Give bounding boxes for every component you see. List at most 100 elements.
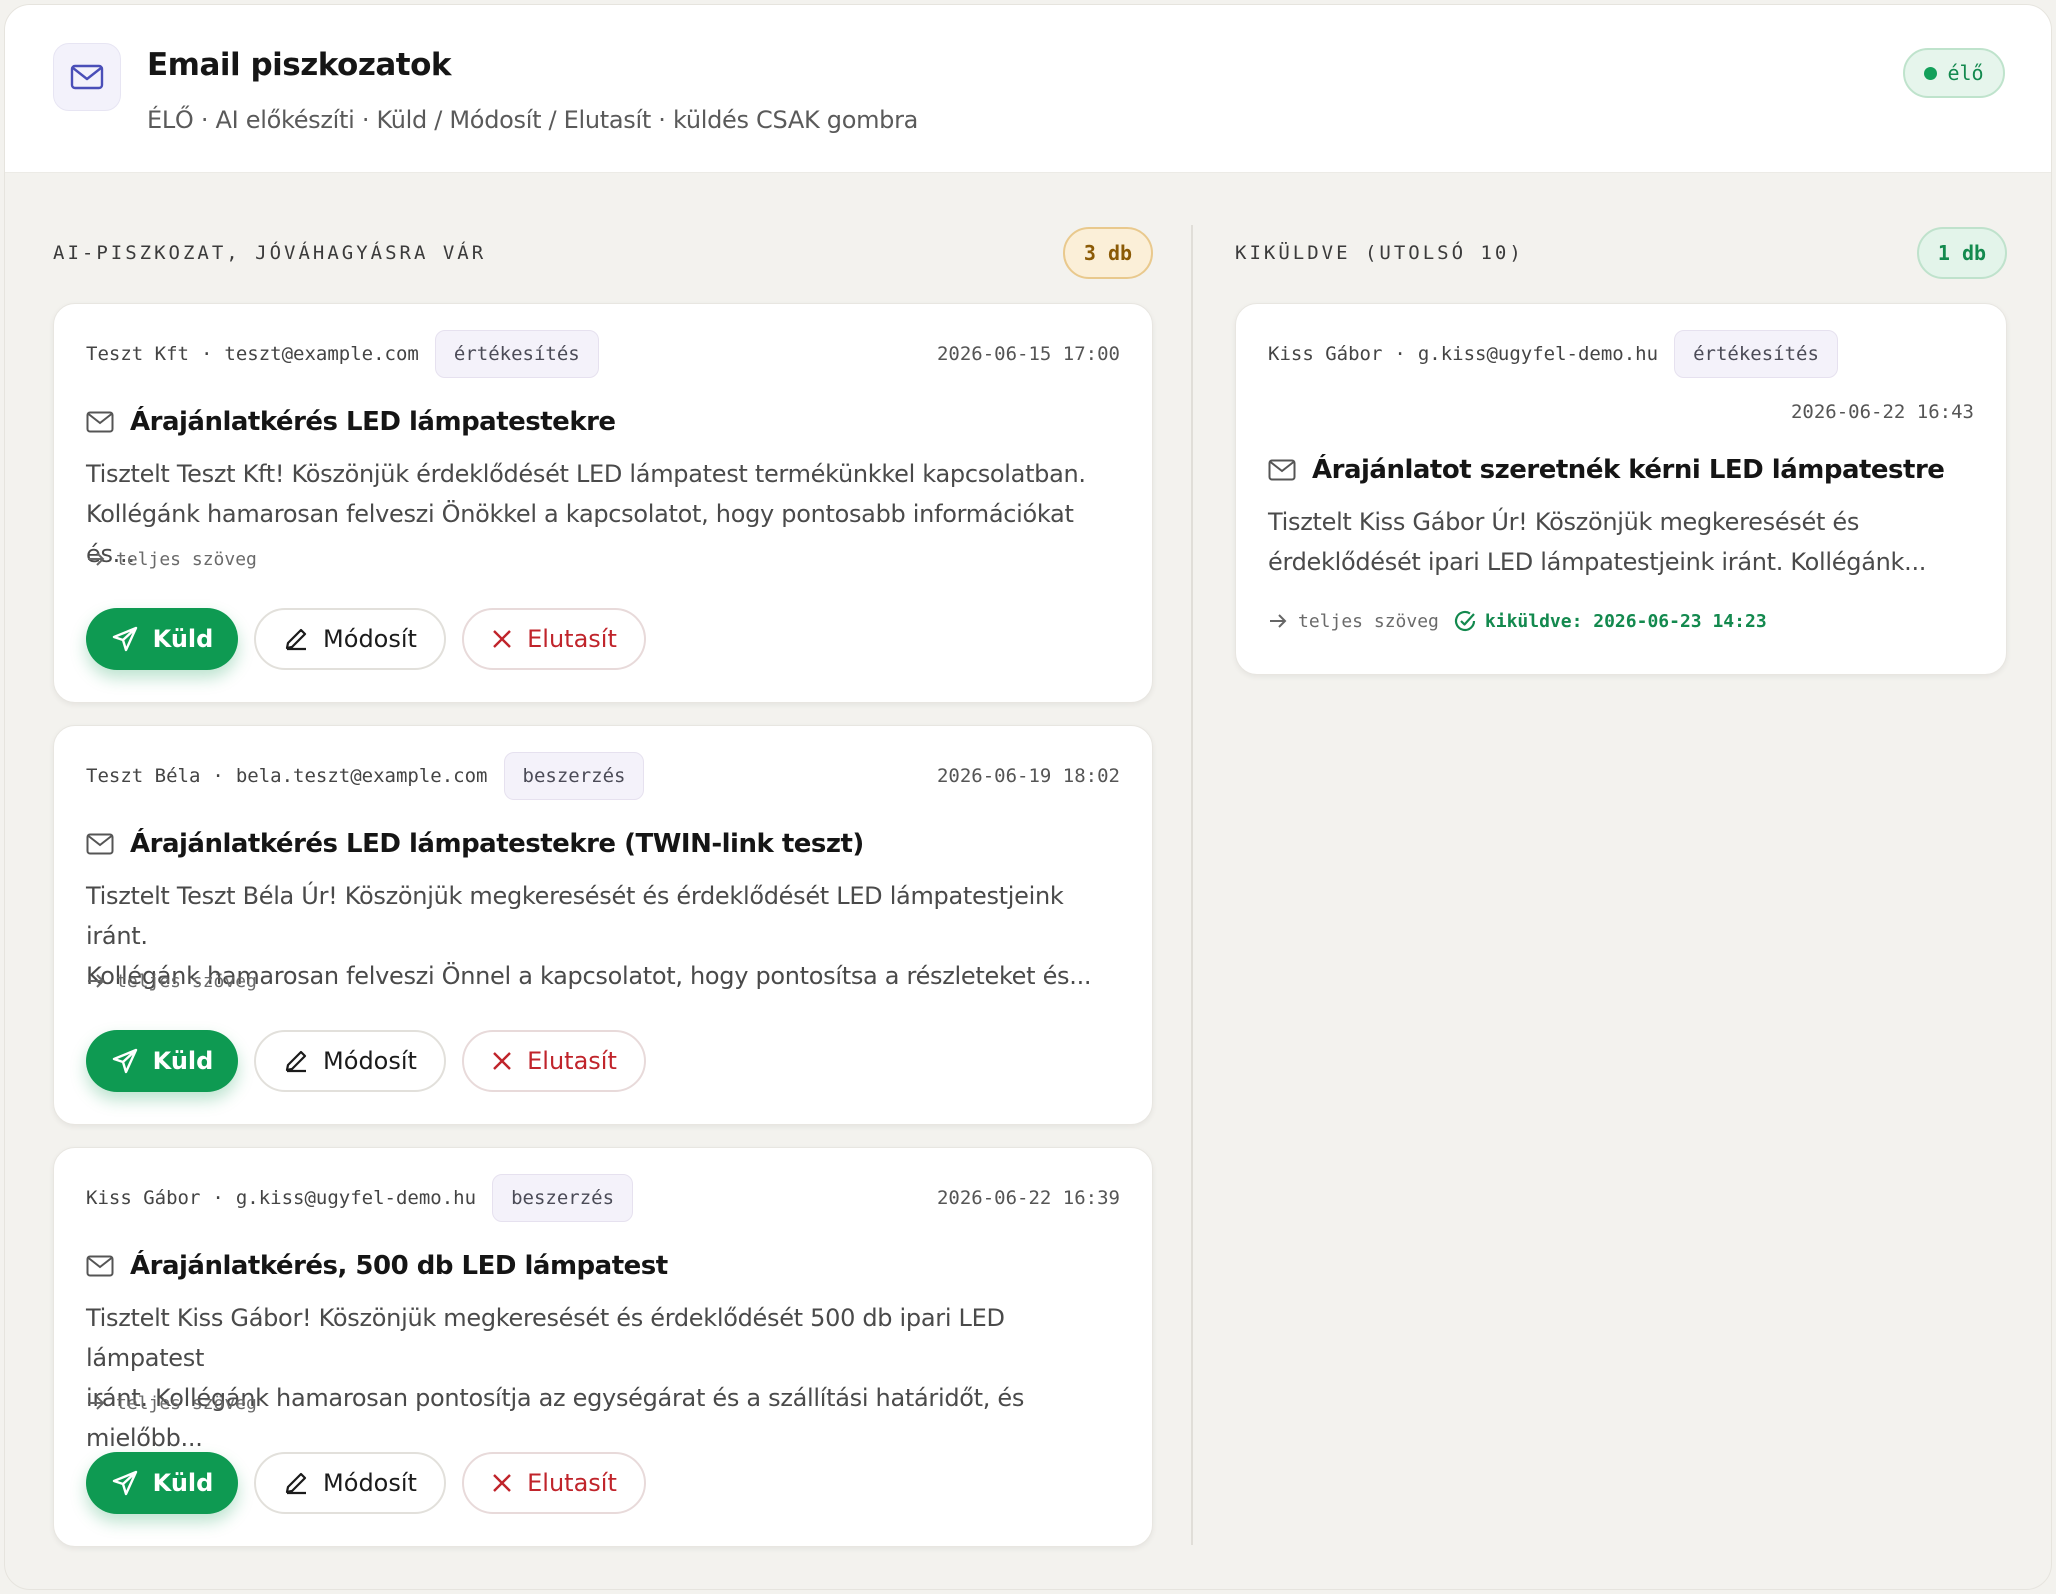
edit-button[interactable]: Módosít	[254, 1030, 446, 1092]
reject-button[interactable]: Elutasít	[462, 608, 646, 670]
arrow-right-icon	[1270, 614, 1287, 628]
email-drafts-panel: Email piszkozatok ÉLŐ · AI előkészíti · …	[4, 4, 2052, 1590]
draft-subject-text: Árajánlatkérés, 500 db LED lámpatest	[130, 1251, 668, 1281]
close-icon	[493, 1474, 511, 1492]
sent-subject: Árajánlatot szeretnék kérni LED lámpates…	[1268, 450, 1945, 490]
category-tag: beszerzés	[503, 752, 645, 800]
sent-preview-line: Tisztelt Kiss Gábor Úr! Köszönjük megker…	[1268, 508, 1860, 536]
draft-preview-line: Tisztelt Teszt Kft! Köszönjük érdeklődés…	[86, 460, 1086, 488]
mail-icon	[53, 43, 121, 111]
draft-preview-line: Tisztelt Kiss Gábor! Köszönjük megkeresé…	[86, 1304, 1005, 1372]
draft-subject-text: Árajánlatkérés LED lámpatestekre	[130, 407, 616, 437]
draft-date: 2026-06-15 17:00	[936, 343, 1120, 365]
sent-status: kiküldve: 2026-06-23 14:23	[1453, 609, 1767, 633]
sent-meta: Kiss Gábor · g.kiss@ugyfel-demo.hu érték…	[1268, 330, 1838, 378]
live-dot-icon	[1924, 66, 1938, 80]
pencil-icon	[285, 628, 307, 651]
separator-dot: ·	[1394, 343, 1406, 365]
category-tag: értékesítés	[434, 330, 599, 378]
full-text-link[interactable]: teljes szöveg	[86, 1388, 257, 1418]
live-status-badge: élő	[1903, 48, 2005, 98]
category-tag: értékesítés	[1674, 330, 1838, 378]
column-divider	[1191, 225, 1193, 1545]
sent-count-badge: 1 db	[1917, 227, 2007, 279]
full-text-label: teljes szöveg	[116, 548, 257, 570]
send-button[interactable]: Küld	[86, 1030, 238, 1092]
pending-count-badge: 3 db	[1063, 227, 1153, 279]
draft-date: 2026-06-22 16:39	[936, 1187, 1120, 1209]
draft-actions: Küld Módosít Elutasít	[86, 1030, 646, 1092]
full-text-link[interactable]: teljes szöveg	[86, 966, 257, 996]
envelope-icon	[86, 833, 114, 855]
live-status-label: élő	[1947, 61, 1984, 85]
page-subtitle: ÉLŐ · AI előkészíti · Küld / Módosít / E…	[147, 106, 919, 134]
separator-dot: ·	[212, 765, 224, 787]
close-icon	[493, 1052, 511, 1070]
send-button-label: Küld	[152, 1047, 214, 1075]
sent-column-heading: KIKÜLDVE (UTOLSÓ 10)	[1235, 242, 1524, 264]
full-text-link[interactable]: teljes szöveg	[1298, 611, 1439, 632]
send-icon	[112, 1048, 137, 1074]
edit-button-label: Módosít	[323, 1469, 417, 1497]
arrow-right-icon	[88, 1396, 105, 1410]
edit-button[interactable]: Módosít	[254, 1452, 446, 1514]
sender-name: Kiss Gábor	[86, 1187, 201, 1209]
full-text-label: teljes szöveg	[116, 970, 257, 992]
draft-subject-text: Árajánlatkérés LED lámpatestekre (TWIN-l…	[130, 829, 864, 859]
draft-preview: Tisztelt Kiss Gábor! Köszönjük megkeresé…	[86, 1298, 1112, 1458]
envelope-icon	[86, 1255, 114, 1277]
sender-name: Kiss Gábor	[1268, 343, 1383, 365]
send-button[interactable]: Küld	[86, 1452, 238, 1514]
reject-button-label: Elutasít	[527, 625, 617, 653]
draft-card: Teszt Béla · bela.teszt@example.com besz…	[53, 725, 1153, 1125]
sent-preview-line: érdeklődését ipari LED lámpatestjeink ir…	[1268, 548, 1927, 576]
draft-meta: Kiss Gábor · g.kiss@ugyfel-demo.hu besze…	[86, 1174, 634, 1222]
pending-column-heading: AI-PISZKOZAT, JÓVÁHAGYÁSRA VÁR	[53, 242, 487, 264]
draft-actions: Küld Módosít Elutasít	[86, 608, 646, 670]
check-circle-icon	[1454, 610, 1475, 632]
pencil-icon	[285, 1050, 307, 1073]
sender-email: bela.teszt@example.com	[235, 765, 488, 787]
draft-meta: Teszt Béla · bela.teszt@example.com besz…	[86, 752, 645, 800]
sent-footer: teljes szöveg kiküldve: 2026-06-23 14:23	[1268, 606, 1767, 636]
sent-date: 2026-06-22 16:43	[1790, 401, 1974, 423]
sent-subject-text: Árajánlatot szeretnék kérni LED lámpates…	[1312, 455, 1945, 485]
sender-name: Teszt Béla	[86, 765, 201, 787]
reject-button-label: Elutasít	[527, 1047, 617, 1075]
envelope-icon	[1268, 459, 1296, 481]
reject-button[interactable]: Elutasít	[462, 1030, 646, 1092]
sender-name: Teszt Kft	[86, 343, 189, 365]
separator-dot: ·	[200, 343, 213, 365]
sender-email: g.kiss@ugyfel-demo.hu	[235, 1187, 477, 1209]
reject-button-label: Elutasít	[527, 1469, 617, 1497]
edit-button-label: Módosít	[323, 1047, 417, 1075]
full-text-link[interactable]: teljes szöveg	[86, 544, 257, 574]
category-tag: beszerzés	[492, 1174, 634, 1222]
draft-card: Kiss Gábor · g.kiss@ugyfel-demo.hu besze…	[53, 1147, 1153, 1547]
envelope-icon	[86, 411, 114, 433]
draft-subject: Árajánlatkérés LED lámpatestekre	[86, 402, 616, 442]
page-title: Email piszkozatok	[147, 47, 452, 83]
reject-button[interactable]: Elutasít	[462, 1452, 646, 1514]
draft-actions: Küld Módosít Elutasít	[86, 1452, 646, 1514]
arrow-right-icon	[88, 552, 105, 566]
draft-subject: Árajánlatkérés, 500 db LED lámpatest	[86, 1246, 668, 1286]
arrow-right-icon	[88, 974, 105, 988]
draft-meta: Teszt Kft · teszt@example.com értékesíté…	[86, 330, 599, 378]
sender-email: teszt@example.com	[224, 343, 419, 365]
send-button[interactable]: Küld	[86, 608, 238, 670]
sent-status-text: kiküldve: 2026-06-23 14:23	[1484, 610, 1767, 632]
send-button-label: Küld	[152, 625, 214, 653]
send-icon	[112, 626, 137, 652]
sent-preview: Tisztelt Kiss Gábor Úr! Köszönjük megker…	[1268, 502, 1966, 582]
draft-preview-line: Tisztelt Teszt Béla Úr! Köszönjük megker…	[86, 882, 1064, 950]
sender-email: g.kiss@ugyfel-demo.hu	[1417, 343, 1659, 365]
draft-card: Teszt Kft · teszt@example.com értékesíté…	[53, 303, 1153, 703]
send-button-label: Küld	[152, 1469, 214, 1497]
draft-subject: Árajánlatkérés LED lámpatestekre (TWIN-l…	[86, 824, 864, 864]
send-icon	[112, 1470, 137, 1496]
pencil-icon	[285, 1472, 307, 1495]
draft-date: 2026-06-19 18:02	[936, 765, 1120, 787]
edit-button[interactable]: Módosít	[254, 608, 446, 670]
separator-dot: ·	[212, 1187, 224, 1209]
